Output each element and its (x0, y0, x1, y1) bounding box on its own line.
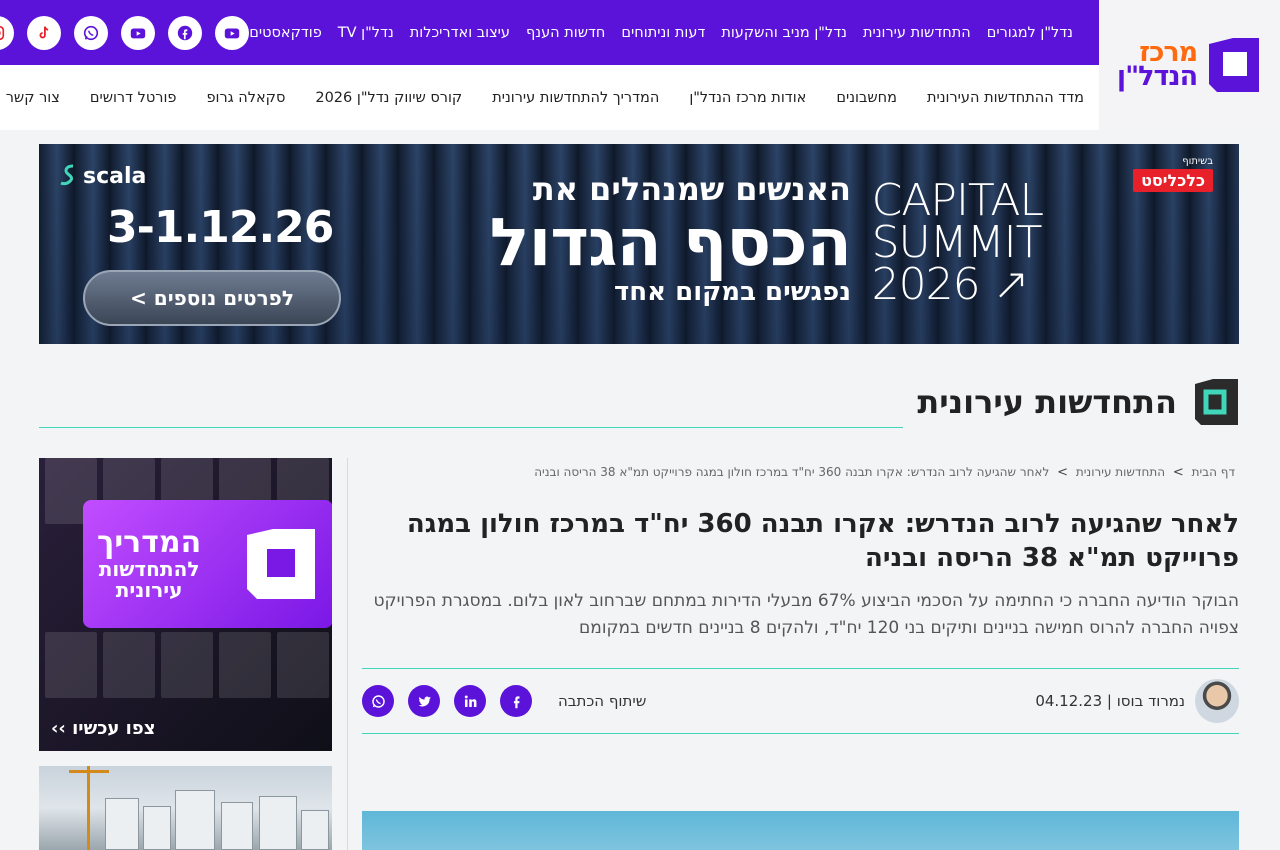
share-facebook-button[interactable] (501, 685, 533, 718)
whatsapp-icon (85, 25, 100, 40)
tiktok-icon (40, 25, 50, 38)
banner-headline-2: הכסף הגדול (490, 204, 853, 281)
guide-watch-now-link[interactable]: צפו עכשיו ›› (52, 718, 156, 739)
nav-item-jobs[interactable]: פורטל דרושים (91, 90, 178, 106)
guide-logo-icon (248, 529, 316, 599)
capital-summit-banner[interactable]: בשיתוף כלכליסט CAPITAL SUMMIT 2026 ↗ האנ… (40, 144, 1240, 344)
section-header: התחדשות עירונית (40, 376, 1240, 428)
article-meta-bar: נמרוד בוסו | 04.12.23 שיתוף הכתבה (363, 668, 1240, 735)
nav-item-about[interactable]: אודות מרכז הנדל"ן (690, 90, 807, 106)
article-title: לאחר שהגיעה לרוב הנדרש: אקרו תבנה 360 יח… (407, 508, 1240, 574)
breadcrumb-home[interactable]: דף הבית (1193, 465, 1236, 479)
scala-text: scala (84, 163, 148, 189)
whatsapp-icon (372, 695, 386, 708)
section-logo-icon (1196, 379, 1239, 425)
social-youtube-button[interactable] (216, 15, 251, 50)
renewal-guide-ad[interactable]: המדריך להתחדשות עירונית צפו עכשיו ›› (40, 458, 333, 751)
section-title: התחדשות עירונית (918, 383, 1178, 421)
scala-logo: scala (60, 162, 147, 190)
author-avatar (1196, 679, 1240, 724)
facebook-icon (514, 696, 520, 709)
scala-icon (61, 164, 75, 186)
top-bar: נדל"ן למגורים התחדשות עירונית נדל"ן מניב… (0, 0, 1100, 65)
author-and-date: נמרוד בוסו | 04.12.23 (1036, 692, 1186, 711)
nav-item-calculators[interactable]: מחשבונים (837, 90, 898, 106)
main-nav: מדד ההתחדשות העירונית מחשבונים אודות מרכ… (0, 65, 1100, 130)
top-menu-item-tv[interactable]: נדל"ן TV (339, 25, 395, 41)
guide-line-3: עירונית (116, 577, 184, 602)
banner-partner-label: בשיתוף (1183, 156, 1214, 167)
arrow-up-right-icon: ↗ (993, 258, 1031, 310)
top-menu-item-podcasts[interactable]: פודקאסטים (250, 25, 323, 41)
author-info: נמרוד בוסו | 04.12.23 (1036, 679, 1240, 724)
youtube-icon (132, 28, 147, 38)
nav-item-renewal-index[interactable]: מדד ההתחדשות העירונית (928, 90, 1085, 106)
article: דף הבית > התחדשות עירונית > לאחר שהגיעה … (363, 458, 1240, 850)
breadcrumb-separator-icon: > (1173, 465, 1185, 480)
top-menu-item-opinions[interactable]: דעות וניתוחים (622, 25, 706, 41)
guide-line-1: המדריך (98, 525, 203, 561)
capital-line-2: SUMMIT (872, 216, 1044, 268)
share-twitter-button[interactable] (409, 685, 441, 718)
linkedin-icon (465, 695, 477, 707)
social-links (0, 15, 251, 50)
section-divider (40, 426, 905, 428)
top-menu-item-design[interactable]: עיצוב ואדריכלות (411, 25, 511, 41)
banner-headline-3: נפגשים במקום אחד (615, 277, 852, 308)
social-youtube-button-2[interactable] (122, 15, 157, 50)
logo-line-2: הנדל"ן (1117, 61, 1199, 92)
logo-mark-icon (1210, 38, 1261, 92)
top-menu: נדל"ן למגורים התחדשות עירונית נדל"ן מניב… (250, 25, 1074, 41)
nav-item-scala-group[interactable]: סקאלה גרופ (207, 90, 286, 106)
share-bar: שיתוף הכתבה (363, 685, 648, 718)
nav-item-contact[interactable]: צור קשר (7, 90, 61, 106)
banner-partner: בשיתוף כלכליסט (1134, 156, 1214, 192)
breadcrumb-current: לאחר שהגיעה לרוב הנדרש: אקרו תבנה 360 יח… (535, 465, 1051, 479)
top-menu-item-income-property[interactable]: נדל"ן מניב והשקעות (722, 25, 848, 41)
banner-headline: האנשים שמנהלים את הכסף הגדול נפגשים במקו… (490, 170, 853, 308)
article-hero-image (363, 811, 1240, 850)
social-facebook-button[interactable] (169, 15, 204, 50)
share-label: שיתוף הכתבה (559, 692, 648, 711)
share-whatsapp-button[interactable] (363, 685, 395, 718)
site-logo[interactable]: מרכז הנדל"ן (1100, 0, 1280, 130)
breadcrumb-separator-icon: > (1058, 465, 1070, 480)
guide-line-2: להתחדשות (99, 556, 201, 581)
guide-card: המדריך להתחדשות עירונית (84, 500, 333, 628)
instagram-icon (0, 25, 6, 40)
top-menu-item-residential[interactable]: נדל"ן למגורים (988, 25, 1074, 41)
event-date: 3-1.12.26 (108, 202, 335, 253)
nav-item-renewal-guide[interactable]: המדריך להתחדשות עירונית (493, 90, 660, 106)
social-instagram-button[interactable] (0, 15, 16, 50)
facebook-icon (179, 25, 194, 40)
social-whatsapp-button[interactable] (75, 15, 110, 50)
capital-summit-logo: CAPITAL SUMMIT 2026 ↗ (872, 175, 1045, 310)
capital-line-1: CAPITAL (872, 175, 1045, 226)
share-linkedin-button[interactable] (455, 685, 487, 718)
breadcrumb-category[interactable]: התחדשות עירונית (1077, 465, 1166, 479)
top-menu-item-industry-news[interactable]: חדשות הענף (527, 25, 606, 41)
banner-headline-1: האנשים שמנהלים את (533, 170, 852, 208)
top-menu-item-urban-renewal[interactable]: התחדשות עירונית (864, 25, 972, 41)
article-lead: הבוקר הודיעה החברה כי החתימה על הסכמי הב… (374, 591, 1240, 639)
youtube-icon (226, 28, 241, 38)
capital-line-3: 2026 ↗ (872, 258, 1031, 310)
banner-more-details-button[interactable]: לפרטים נוספים > (84, 270, 342, 326)
sidebar-article-image[interactable] (40, 766, 333, 850)
calcalist-logo: כלכליסט (1134, 169, 1214, 192)
twitter-icon (419, 696, 432, 707)
nav-item-course[interactable]: קורס שיווק נדל"ן 2026 (316, 90, 463, 106)
social-tiktok-button[interactable] (28, 15, 63, 50)
column-divider (348, 458, 349, 850)
breadcrumb: דף הבית > התחדשות עירונית > לאחר שהגיעה … (363, 458, 1240, 483)
site-header: מרכז הנדל"ן נדל"ן למגורים התחדשות עירוני… (0, 0, 1280, 130)
